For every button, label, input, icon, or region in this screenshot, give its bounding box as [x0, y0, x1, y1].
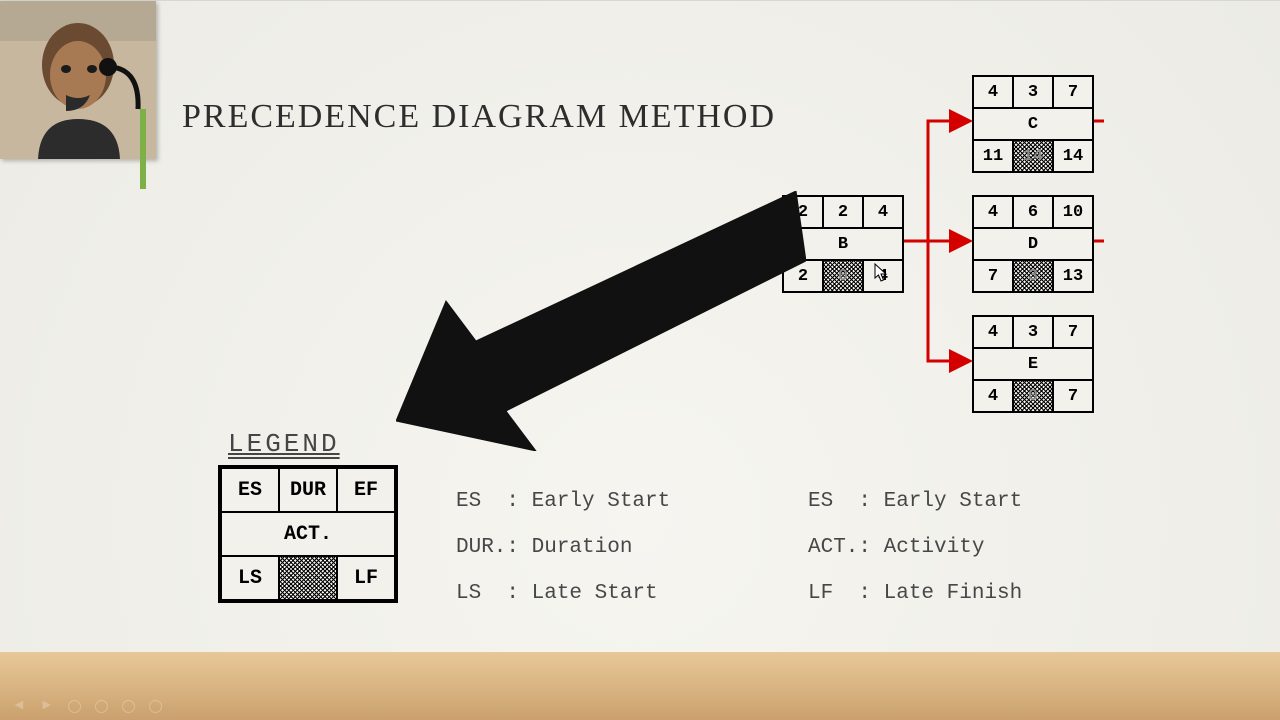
pen-tool-button[interactable]	[68, 700, 81, 713]
player-controls[interactable]: ◄ ►	[0, 692, 1280, 720]
title-accent-bar	[140, 109, 146, 189]
activity-node-d: 4610 D 7313	[972, 195, 1094, 293]
prev-button[interactable]: ◄	[12, 699, 26, 713]
legend-act: ACT.	[220, 512, 396, 556]
legend-slack	[279, 556, 337, 601]
callout-arrow-icon	[396, 191, 806, 451]
node-c-name: C	[973, 108, 1093, 140]
node-b-dur: 2	[823, 196, 863, 228]
node-c-ef: 7	[1053, 76, 1093, 108]
legend-ls: LS	[220, 556, 279, 601]
definitions-column-2: ES : Early Start ACT.: Activity LF : Lat…	[808, 479, 1022, 617]
node-d-es: 4	[973, 196, 1013, 228]
node-c-ls: 11	[973, 140, 1013, 172]
legend-heading: LEGEND	[228, 429, 340, 459]
node-d-lf: 13	[1053, 260, 1093, 292]
activity-node-e: 437 E 407	[972, 315, 1094, 413]
next-button[interactable]: ►	[40, 699, 54, 713]
legend-lf: LF	[337, 556, 396, 601]
slide-title: PRECEDENCE DIAGRAM METHOD	[182, 97, 776, 136]
node-d-ef: 10	[1053, 196, 1093, 228]
node-e-dur: 3	[1013, 316, 1053, 348]
definitions-column-1: ES : Early Start DUR.: Duration LS : Lat…	[456, 479, 670, 617]
node-d-ls: 7	[973, 260, 1013, 292]
node-e-slack: 0	[1013, 380, 1053, 412]
slide-canvas: PRECEDENCE DIAGRAM METHOD 224 B 204	[0, 0, 1280, 653]
node-e-ls: 4	[973, 380, 1013, 412]
node-e-name: E	[973, 348, 1093, 380]
more-button[interactable]	[149, 700, 162, 713]
node-b-es: 2	[783, 196, 823, 228]
legend-ef: EF	[337, 467, 396, 512]
node-b-slack: 0	[823, 260, 863, 292]
node-d-dur: 6	[1013, 196, 1053, 228]
node-c-slack: 14	[1013, 140, 1053, 172]
cursor-icon	[874, 263, 888, 283]
legend-dur: DUR	[279, 467, 337, 512]
presenter-webcam	[0, 1, 156, 159]
node-b-ef: 4	[863, 196, 903, 228]
node-e-lf: 7	[1053, 380, 1093, 412]
legend-es: ES	[220, 467, 279, 512]
node-e-ef: 7	[1053, 316, 1093, 348]
zoom-button[interactable]	[122, 700, 135, 713]
node-d-name: D	[973, 228, 1093, 260]
video-frame: PRECEDENCE DIAGRAM METHOD 224 B 204	[0, 0, 1280, 720]
node-c-dur: 3	[1013, 76, 1053, 108]
node-b-name: B	[783, 228, 903, 260]
node-e-es: 4	[973, 316, 1013, 348]
activity-node-c: 437 C 111414	[972, 75, 1094, 173]
node-c-es: 4	[973, 76, 1013, 108]
node-b-ls: 2	[783, 260, 823, 292]
view-button[interactable]	[95, 700, 108, 713]
node-c-lf: 14	[1053, 140, 1093, 172]
legend-box: ESDUREF ACT. LS LF	[218, 465, 398, 603]
node-d-slack: 3	[1013, 260, 1053, 292]
